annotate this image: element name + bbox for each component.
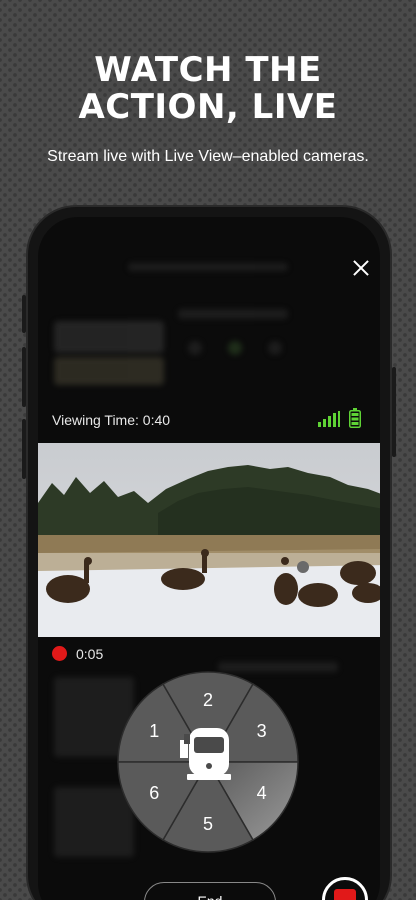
headline-line-2: ACTION, LIVE bbox=[78, 87, 338, 127]
pan-segment-label-1: 1 bbox=[149, 721, 159, 741]
signal-strength-icon bbox=[318, 411, 340, 427]
live-video-feed bbox=[38, 443, 380, 637]
phone-volume-up-button bbox=[22, 347, 26, 407]
pan-segment-label-4: 4 bbox=[257, 783, 267, 803]
record-stop-icon bbox=[334, 889, 356, 900]
close-icon[interactable] bbox=[351, 258, 371, 278]
headline-line-1: WATCH THE bbox=[94, 50, 322, 90]
phone-side-button bbox=[22, 295, 26, 333]
pan-segment-label-2: 2 bbox=[203, 690, 213, 710]
camera-pan-control[interactable]: 1 2 3 4 5 6 bbox=[116, 670, 300, 854]
recording-indicator-icon bbox=[52, 646, 67, 661]
phone-power-button bbox=[392, 367, 396, 457]
promo-subline: Stream live with Live View–enabled camer… bbox=[47, 148, 369, 165]
promo-headline: WATCH THE ACTION, LIVE bbox=[0, 52, 416, 126]
end-live-view-button[interactable]: End bbox=[144, 882, 276, 900]
phone-volume-down-button bbox=[22, 419, 26, 479]
pan-segment-label-6: 6 bbox=[149, 783, 159, 803]
pan-segment-label-5: 5 bbox=[203, 814, 213, 834]
battery-icon bbox=[349, 408, 361, 428]
pan-segment-label-3: 3 bbox=[257, 721, 267, 741]
viewing-time: Viewing Time: 0:40 bbox=[52, 412, 171, 428]
recording-time: 0:05 bbox=[76, 646, 104, 662]
